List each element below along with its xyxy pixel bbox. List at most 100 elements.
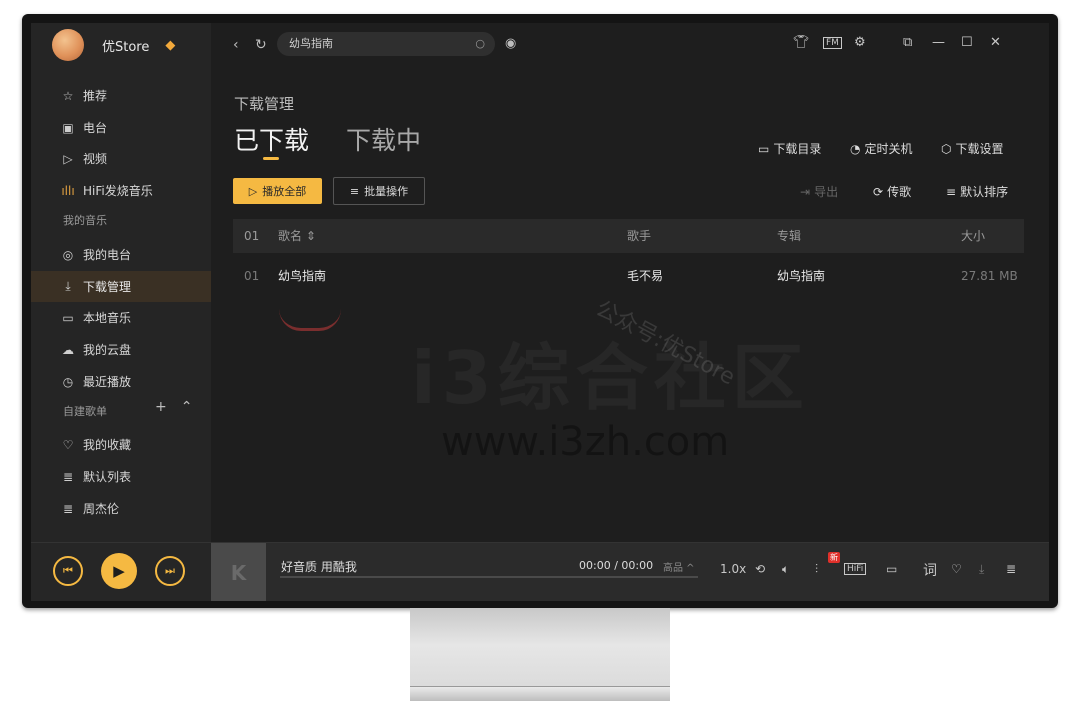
maximize-icon[interactable]: ☐ <box>961 35 973 50</box>
username[interactable]: 优Store <box>102 36 149 55</box>
sidebar-item-radio[interactable]: ▣ 电台 <box>31 112 211 143</box>
list-check-icon: ≡ <box>349 184 360 198</box>
add-icon[interactable]: + <box>155 399 167 415</box>
sidebar-item-label: HiFi发烧音乐 <box>83 184 153 198</box>
play-button[interactable]: ▶ <box>101 553 137 589</box>
download-folder-button[interactable]: ▭ 下载目录 <box>758 140 821 157</box>
export-button[interactable]: ⇥ 导出 <box>800 183 838 200</box>
album-cover[interactable]: K <box>211 543 266 601</box>
sidebar-item-local-music[interactable]: ▭ 本地音乐 <box>31 302 211 333</box>
tab-downloaded[interactable]: 已下载 <box>234 121 309 157</box>
col-name[interactable]: 歌名 ⇕ <box>278 219 316 253</box>
sidebar-item-my-radio[interactable]: ◎ 我的电台 <box>31 239 211 270</box>
playlist-icon: ≣ <box>62 501 74 516</box>
song-title: 好音质 用酷我 <box>281 560 357 574</box>
volume-icon[interactable]: 🔈︎ <box>782 562 789 577</box>
sidebar-item-cloud[interactable]: ☁ 我的云盘 <box>31 334 211 365</box>
row-album[interactable]: 幼鸟指南 <box>777 259 825 293</box>
tab-indicator <box>263 157 279 160</box>
sort-icon: ≡ <box>946 184 957 199</box>
sidebar-item-label: 我的电台 <box>83 248 132 262</box>
play-icon: ▶ <box>113 562 125 580</box>
radio-icon: ▣ <box>62 120 74 135</box>
quality-selector[interactable]: 高品 ^ <box>663 559 695 574</box>
sidebar-item-video[interactable]: ▷ 视频 <box>31 143 211 174</box>
previous-button[interactable]: ⏮ <box>53 556 83 586</box>
sidebar: 优Store ◆ ☆ 推荐 ▣ 电台 ▷ 视频 ıllı HiFi发烧音乐 我的… <box>31 23 211 542</box>
speed-control[interactable]: 1.0x <box>720 562 746 576</box>
play-all-label: 播放全部 <box>262 185 307 198</box>
download-icon: ⤓ <box>65 279 71 293</box>
profile[interactable]: 优Store ◆ <box>52 29 175 61</box>
transfer-label: 传歌 <box>887 185 912 199</box>
batch-operation-button[interactable]: ≡ 批量操作 <box>333 177 425 205</box>
tab-downloading[interactable]: 下载中 <box>346 121 421 157</box>
close-icon[interactable]: ✕ <box>990 35 1001 50</box>
waveform-icon: ıllı <box>61 183 75 198</box>
row-artist[interactable]: 毛不易 <box>627 259 663 293</box>
video-icon: ▷ <box>63 151 73 166</box>
play-all-button[interactable]: ▷ 播放全部 <box>233 178 322 204</box>
col-index: 01 <box>244 229 260 243</box>
timer-icon: ◔ <box>850 141 861 156</box>
lyrics-button[interactable]: 词 <box>923 560 937 580</box>
fm-icon[interactable]: FM <box>823 37 842 49</box>
sidebar-item-label: 我的收藏 <box>83 438 132 452</box>
sidebar-item-hifi[interactable]: ıllı HiFi发烧音乐 <box>31 175 211 206</box>
heart-icon: ♡ <box>62 437 74 452</box>
clock-icon: ◷ <box>62 374 74 389</box>
sidebar-item-jay-chou[interactable]: ≣ 周杰伦 <box>31 493 211 524</box>
row-song-name[interactable]: 幼鸟指南 <box>278 259 326 293</box>
transfer-button[interactable]: ⟳ 传歌 <box>873 183 911 200</box>
sort-button[interactable]: ≡ 默认排序 <box>946 183 1008 200</box>
watermark-url: www.i3zh.com <box>441 419 730 465</box>
back-icon[interactable]: ‹ <box>233 37 239 53</box>
comment-icon[interactable]: ▭ <box>886 562 897 576</box>
table-header: 01 歌名 ⇕ 歌手 专辑 大小 <box>233 219 1024 253</box>
sidebar-item-label: 下载管理 <box>83 280 132 294</box>
diamond-icon[interactable]: ◆ <box>165 38 175 53</box>
table-row[interactable]: 01 幼鸟指南 毛不易 幼鸟指南 27.81 MB <box>233 259 1024 293</box>
skin-icon[interactable]: 👕︎ <box>793 35 810 50</box>
monitor-frame: 优Store ◆ ☆ 推荐 ▣ 电台 ▷ 视频 ıllı HiFi发烧音乐 我的… <box>22 14 1058 608</box>
sidebar-item-recommend[interactable]: ☆ 推荐 <box>31 80 211 111</box>
sidebar-item-label: 推荐 <box>83 89 108 103</box>
minimize-icon[interactable]: — <box>932 35 945 50</box>
next-button[interactable]: ⏭ <box>155 556 185 586</box>
heart-icon[interactable]: ♡ <box>951 562 962 576</box>
sidebar-item-recent[interactable]: ◷ 最近播放 <box>31 366 211 397</box>
search-icon[interactable]: ○ <box>475 32 485 56</box>
sidebar-item-label: 默认列表 <box>83 470 132 484</box>
settings-icon[interactable]: ⚙ <box>854 35 866 50</box>
section-label-playlists: 自建歌单 <box>63 405 107 418</box>
scheduled-shutdown-button[interactable]: ◔ 定时关机 <box>850 140 913 157</box>
sidebar-item-default-list[interactable]: ≣ 默认列表 <box>31 461 211 492</box>
sidebar-item-label: 本地音乐 <box>83 311 132 325</box>
search-value: 幼鸟指南 <box>289 37 333 50</box>
sidebar-item-favorites[interactable]: ♡ 我的收藏 <box>31 429 211 460</box>
search-input[interactable]: 幼鸟指南 ○ <box>277 32 495 56</box>
playlist-icon[interactable]: ≣ <box>1006 562 1016 576</box>
new-badge: 新 <box>828 552 840 563</box>
loop-mode-icon[interactable]: ⟲ <box>755 562 765 576</box>
refresh-icon[interactable]: ↻ <box>255 37 267 53</box>
sidebar-item-label: 最近播放 <box>83 375 132 389</box>
download-settings-button[interactable]: ⬡ 下载设置 <box>941 140 1004 157</box>
col-size: 大小 <box>961 229 986 243</box>
mini-mode-icon[interactable]: ⧉ <box>903 35 912 50</box>
col-album: 专辑 <box>777 229 802 243</box>
hifi-button[interactable]: HiFi <box>844 563 867 575</box>
download-icon[interactable]: ⤓ <box>979 562 984 577</box>
voice-search-icon[interactable]: ◉ <box>505 36 516 51</box>
equalizer-icon[interactable]: ⫶ <box>815 562 818 577</box>
avatar[interactable] <box>52 29 84 61</box>
batch-label: 批量操作 <box>364 185 409 198</box>
sidebar-item-downloads[interactable]: ⤓ 下载管理 <box>31 271 211 302</box>
sort-toggle-icon: ⇕ <box>305 229 316 243</box>
chevron-up-icon[interactable]: ⌃ <box>181 399 193 415</box>
sidebar-item-label: 电台 <box>83 121 108 135</box>
playlist-tools: + ⌃ <box>155 399 192 415</box>
progress-bar[interactable] <box>280 576 698 578</box>
podcast-icon: ◎ <box>62 247 74 262</box>
monitor-icon: ▭ <box>62 310 74 325</box>
